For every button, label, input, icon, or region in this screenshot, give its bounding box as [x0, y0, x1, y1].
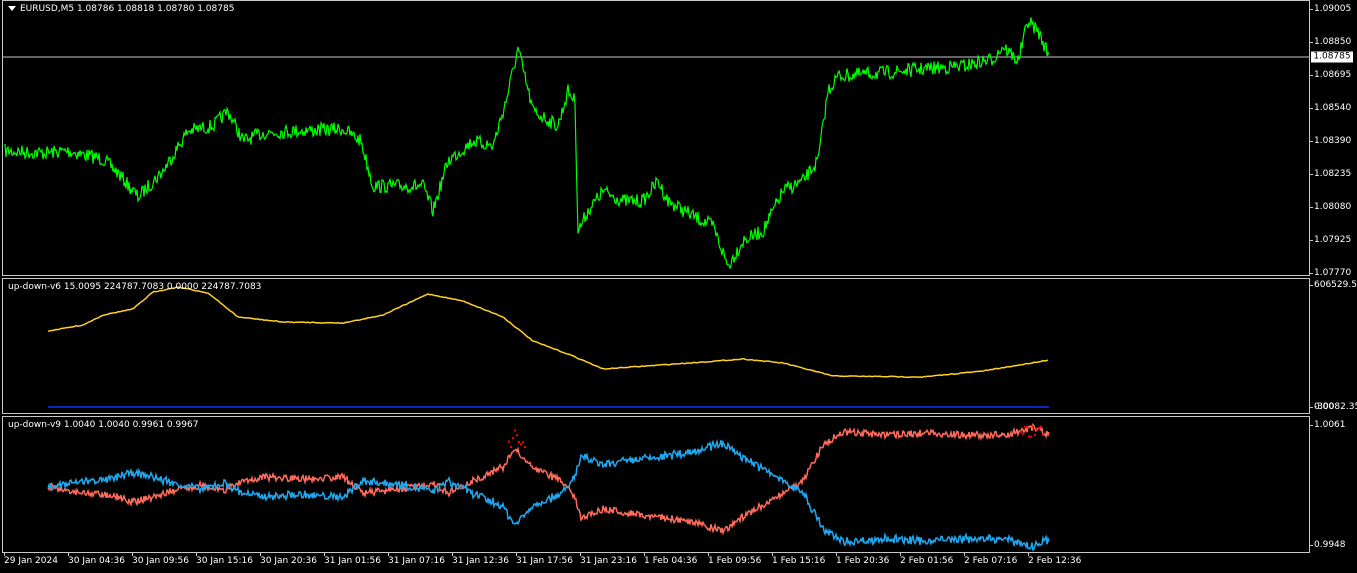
time-tick: 30 Jan 09:56 — [132, 556, 189, 566]
axis-tick: -30082.35 — [1314, 402, 1357, 412]
time-tick: 2 Feb 07:16 — [964, 556, 1018, 566]
symbol-label-text: EURUSD,M5 1.08786 1.08818 1.08780 1.0878… — [20, 4, 235, 14]
signal-marker — [520, 443, 522, 446]
indicator-pane-up-down-v6[interactable]: up-down-v6 15.0095 224787.7083 0.0000 22… — [2, 278, 1310, 414]
signal-marker — [514, 429, 516, 432]
axis-tick: 1.0061 — [1314, 420, 1346, 430]
time-tick: 29 Jan 2024 — [4, 556, 58, 566]
price-tick: 1.07770 — [1314, 268, 1352, 278]
price-tick: 1.08850 — [1314, 37, 1352, 47]
up-down-v6-line — [47, 286, 1049, 379]
price-tick: 1.07925 — [1314, 235, 1352, 245]
signal-marker — [1026, 426, 1028, 429]
indicator-label: up-down-v9 1.0040 1.0040 0.9961 0.9967 — [8, 420, 199, 430]
signal-marker — [512, 437, 514, 440]
indicator-pane-up-down-v9[interactable]: up-down-v9 1.0040 1.0040 0.9961 0.9967 — [2, 416, 1310, 553]
price-chart — [3, 17, 1309, 270]
up-down-v9-chart — [47, 422, 1050, 552]
time-tick: 1 Feb 04:36 — [644, 556, 698, 566]
signal-marker — [1042, 433, 1044, 436]
signal-marker — [1022, 432, 1024, 435]
up-down-v6-chart — [47, 286, 1049, 408]
time-tick: 1 Feb 15:16 — [772, 556, 826, 566]
symbol-label: EURUSD,M5 1.08786 1.08818 1.08780 1.0878… — [8, 4, 234, 14]
signal-marker — [518, 441, 520, 444]
price-tick: 1.08695 — [1314, 70, 1352, 80]
signal-marker — [1024, 426, 1026, 429]
price-axis[interactable]: 1.09005 1.08850 1.08695 1.08540 1.08390 1.082… — [1310, 0, 1357, 278]
chevron-down-icon[interactable] — [8, 6, 16, 11]
price-tick: 1.08080 — [1314, 202, 1352, 212]
indicator-label: up-down-v6 15.0095 224787.7083 0.0000 22… — [8, 282, 262, 292]
signal-marker — [1038, 427, 1040, 430]
signal-marker — [508, 440, 510, 443]
time-tick: 1 Feb 20:36 — [836, 556, 890, 566]
time-tick: 31 Jan 12:36 — [452, 556, 509, 566]
signal-marker — [1020, 430, 1022, 433]
up-down-v9-blue-line — [47, 438, 1050, 552]
time-axis[interactable]: 29 Jan 2024 30 Jan 04:36 30 Jan 09:56 30 Ja… — [2, 553, 1310, 573]
signal-marker — [1032, 425, 1034, 428]
time-tick: 31 Jan 17:56 — [516, 556, 573, 566]
indicator1-axis[interactable]: 606529.50 0.00 -30082.35 — [1310, 278, 1357, 414]
signal-marker — [510, 445, 512, 448]
signal-marker — [516, 434, 518, 437]
axis-tick: 606529.50 — [1314, 280, 1357, 290]
signal-marker — [522, 441, 524, 444]
time-tick: 30 Jan 20:36 — [260, 556, 317, 566]
main-chart-pane[interactable]: EURUSD,M5 1.08786 1.08818 1.08780 1.0878… — [2, 0, 1310, 276]
time-tick: 31 Jan 07:16 — [388, 556, 445, 566]
signal-marker — [1036, 429, 1038, 432]
time-tick: 30 Jan 15:16 — [196, 556, 253, 566]
signal-marker — [1040, 425, 1042, 428]
signal-marker — [1030, 435, 1032, 438]
signal-marker — [1034, 434, 1036, 437]
signal-marker — [524, 446, 526, 448]
time-tick: 31 Jan 01:56 — [324, 556, 381, 566]
price-tick: 1.08540 — [1314, 103, 1352, 113]
indicator2-axis[interactable]: 1.0061 0.9948 — [1310, 416, 1357, 553]
price-tick: 1.08390 — [1314, 136, 1352, 146]
time-tick: 31 Jan 23:16 — [580, 556, 637, 566]
time-tick: 2 Feb 12:36 — [1028, 556, 1082, 566]
time-tick: 2 Feb 01:56 — [900, 556, 954, 566]
signal-marker — [1028, 435, 1030, 438]
time-tick: 30 Jan 04:36 — [68, 556, 125, 566]
price-tick: 1.08235 — [1314, 169, 1352, 179]
price-tick: 1.09005 — [1314, 4, 1352, 14]
current-price-label: 1.08785 — [1311, 51, 1353, 63]
time-tick: 1 Feb 09:56 — [708, 556, 762, 566]
price-line — [4, 17, 1050, 270]
axis-tick: 0.9948 — [1314, 540, 1346, 550]
up-down-v9-red-line — [47, 422, 1050, 536]
